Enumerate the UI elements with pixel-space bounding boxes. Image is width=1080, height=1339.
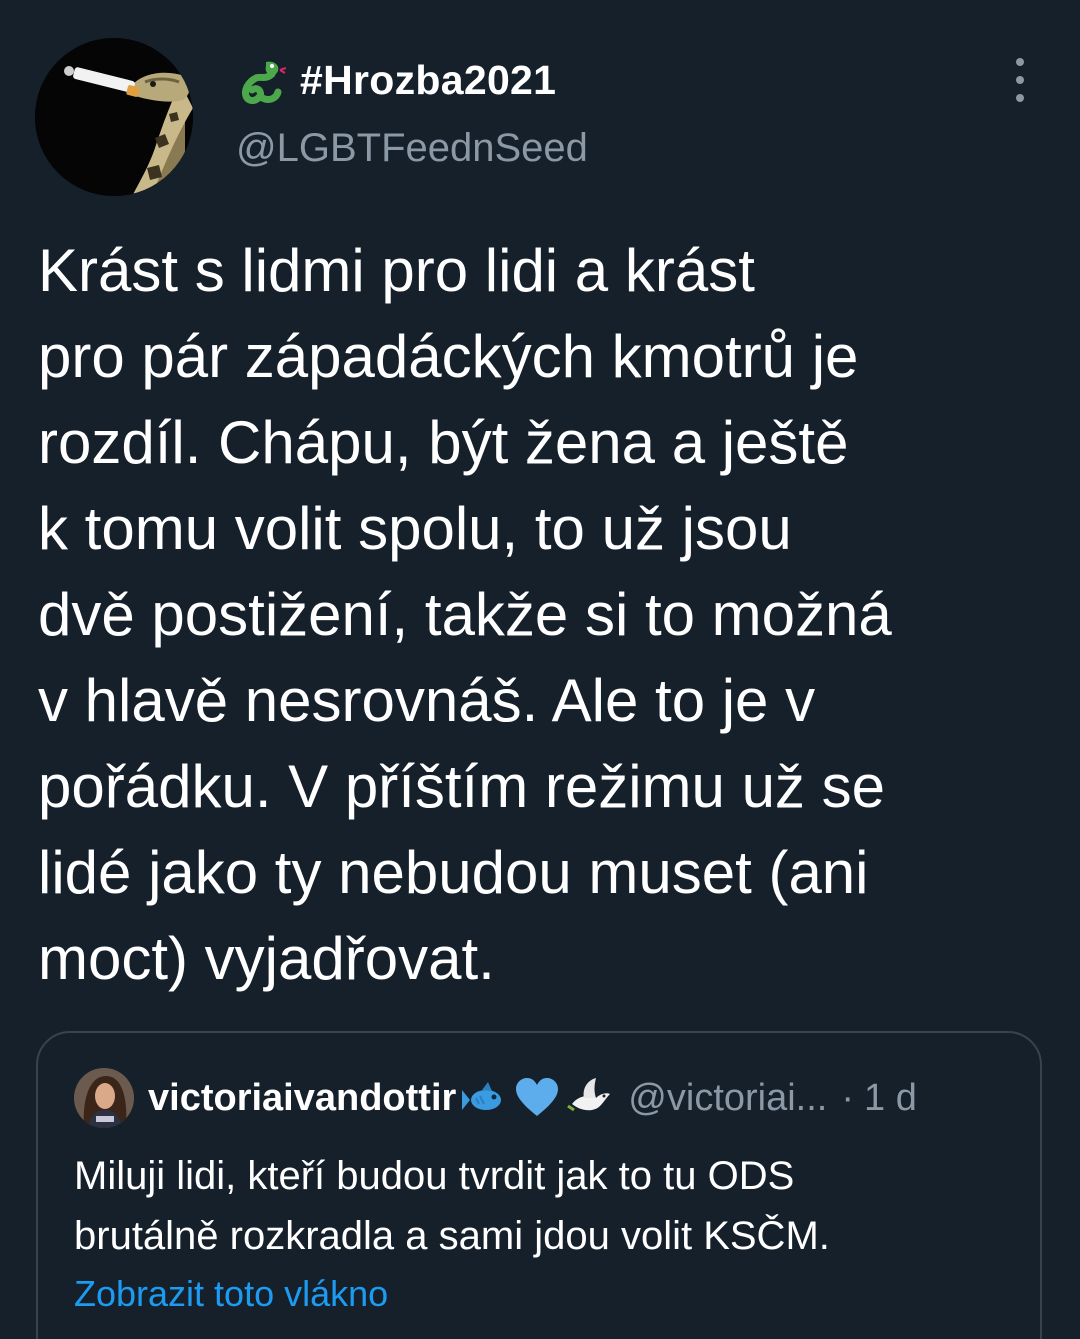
more-dot-icon <box>1016 94 1024 102</box>
tweet-text-line: Krást s lidmi pro lidi a krást <box>38 237 755 304</box>
tweet-text-line: pořádku. V příštím režimu už se <box>38 753 885 820</box>
quote-separator: · <box>841 1076 855 1119</box>
quote-text-line: brutálně rozkradla a sami jdou volit KSČ… <box>74 1214 830 1258</box>
quote-author-avatar[interactable] <box>74 1068 134 1128</box>
person-portrait-icon <box>74 1068 134 1128</box>
blue-heart-icon <box>516 1078 559 1116</box>
author-name-row[interactable]: #Hrozba2021 <box>236 56 556 104</box>
tweet-text-line: v hlavě nesrovnáš. Ale to je v <box>38 667 816 734</box>
quote-author-name[interactable]: victoriaivandottir <box>148 1077 456 1120</box>
quote-text: Miluji lidi, kteří budou tvrdit jak to t… <box>74 1146 1024 1266</box>
fish-icon <box>462 1082 502 1110</box>
snake-with-cigarette-icon <box>35 38 193 196</box>
tweet-text-line: lidé jako ty nebudou muset (ani <box>38 839 869 906</box>
quote-author-handle[interactable]: @victoriai... <box>628 1077 827 1120</box>
author-handle[interactable]: @LGBTFeednSeed <box>236 126 588 171</box>
quote-timestamp[interactable]: 1 d <box>864 1077 917 1120</box>
more-options-button[interactable] <box>1000 58 1040 102</box>
tweet-text-line: pro pár západáckých kmotrů je <box>38 323 859 390</box>
quote-text-line: Miluji lidi, kteří budou tvrdit jak to t… <box>74 1154 795 1198</box>
more-dot-icon <box>1016 58 1024 66</box>
tweet-text-line: dvě postižení, takže si to možná <box>38 581 892 648</box>
quoted-tweet-card[interactable]: victoriaivandottir @victoriai... · 1 d M… <box>36 1031 1042 1339</box>
tweet-text-line: rozdíl. Chápu, být žena a ještě <box>38 409 849 476</box>
snake-icon <box>242 61 286 104</box>
author-avatar[interactable] <box>35 38 193 196</box>
tweet-text: Krást s lidmi pro lidi a krást pro pár z… <box>38 228 1048 1002</box>
author-display-name[interactable]: #Hrozba2021 <box>300 57 556 104</box>
tweet-text-line: moct) vyjadřovat. <box>38 925 495 992</box>
dove-icon <box>567 1078 611 1112</box>
quote-header: victoriaivandottir @victoriai... · 1 d <box>148 1075 917 1121</box>
more-dot-icon <box>1016 76 1024 84</box>
tweet-text-line: k tomu volit spolu, to už jsou <box>38 495 792 562</box>
show-thread-link[interactable]: Zobrazit toto vlákno <box>74 1273 388 1315</box>
